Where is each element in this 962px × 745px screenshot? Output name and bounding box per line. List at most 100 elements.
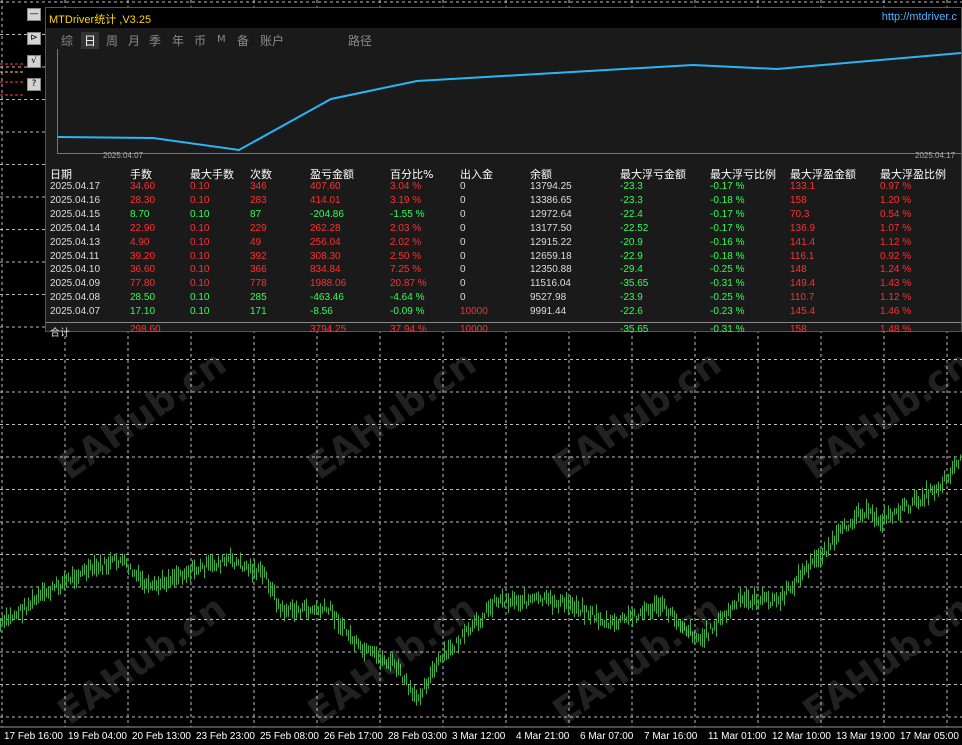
tab-week[interactable]: 周	[106, 32, 118, 49]
cell-col-5: 2.03 %	[390, 222, 422, 234]
tab-backup[interactable]: 备	[237, 32, 249, 49]
cell-col-5: 3.04 %	[390, 181, 422, 192]
period-tabs: 综 日 周 月 季 年 币 M 备 账户 路径	[46, 30, 961, 50]
cell-col-8: -22.9	[620, 250, 643, 262]
cell-col-10: 136.9	[790, 222, 816, 234]
time-axis-label: 7 Mar 16:00	[644, 731, 698, 742]
cell-col-0: 2025.04.16	[50, 194, 101, 206]
cell-col-5: 2.02 %	[390, 236, 422, 248]
cell-col-10: 116.1	[790, 250, 815, 262]
cell-col-7: 9527.98	[530, 292, 567, 304]
time-axis-label: 4 Mar 21:00	[516, 731, 570, 742]
cell-col-0: 2025.04.11	[50, 250, 100, 262]
table-row: 2025.04.07 17.10 0.10 171 -8.56 -0.09 % 10000 9…	[46, 305, 961, 319]
cell-col-6: 0	[460, 194, 466, 206]
cell-col-10: 148	[790, 264, 807, 276]
cell-col-0: 2025.04.10	[50, 264, 101, 276]
cell-col-6: 0	[460, 181, 466, 192]
cell-col-0: 2025.04.09	[50, 278, 101, 290]
table-row: 2025.04.14 22.90 0.10 229 262.28 2.03 % 0 13177…	[46, 222, 961, 236]
equity-curve	[57, 49, 961, 154]
cell-col-9: -0.31 %	[710, 324, 745, 335]
tab-year[interactable]: 年	[172, 32, 184, 49]
cell-col-8: -22.52	[620, 222, 649, 234]
cell-col-4: -204.86	[310, 208, 344, 220]
table-row: 2025.04.10 36.60 0.10 366 834.84 7.25 % 0 12350…	[46, 263, 961, 277]
tab-magic[interactable]: M	[217, 34, 226, 45]
cell-col-8: -23.9	[620, 292, 643, 304]
cell-col-5: 37.94 %	[390, 324, 427, 335]
equity-end-date: 2025.04.17	[915, 151, 956, 160]
cell-col-3: 285	[250, 292, 267, 304]
tab-day[interactable]: 日	[81, 32, 100, 49]
table-row: 2025.04.09 77.80 0.10 778 1988.06 20.87 % 0 115…	[46, 277, 961, 291]
cell-col-2: 0.10	[190, 250, 210, 262]
cell-col-8: -29.4	[620, 264, 643, 276]
cell-col-10: 110.7	[790, 292, 815, 304]
cell-col-2: 0.10	[190, 292, 210, 304]
cell-col-7: 12972.64	[530, 208, 572, 220]
cell-col-3: 171	[250, 306, 267, 318]
cell-col-10: 145.4	[790, 306, 816, 318]
cell-col-2: 0.10	[190, 181, 210, 192]
panel-title: MTDriver统计 ,V3.25	[49, 14, 152, 26]
time-axis-label: 28 Feb 03:00	[388, 731, 447, 742]
cell-col-6: 0	[460, 236, 466, 248]
cell-col-5: 20.87 %	[390, 278, 427, 290]
tab-account[interactable]: 账户	[260, 32, 284, 49]
cell-col-11: 0.92 %	[880, 250, 912, 262]
check-button[interactable]: √	[27, 55, 41, 68]
cell-col-2: 0.10	[190, 306, 210, 318]
time-axis-label: 17 Feb 16:00	[4, 731, 63, 742]
cell-col-7: 13386.65	[530, 194, 572, 206]
equity-start-date: 2025.04.07	[103, 151, 144, 160]
cell-col-9: -0.25 %	[710, 264, 745, 276]
time-axis-label: 19 Feb 04:00	[68, 731, 127, 742]
cell-col-4: 834.84	[310, 264, 341, 276]
cell-col-6: 0	[460, 250, 466, 262]
cell-col-7: 9991.44	[530, 306, 567, 318]
cell-col-5: -4.64 %	[390, 292, 425, 304]
website-link[interactable]: http://mtdriver.c	[882, 11, 957, 23]
cell-col-3: 49	[250, 236, 262, 248]
expand-button[interactable]: ⊳	[27, 32, 41, 45]
cell-col-4: -8.56	[310, 306, 333, 318]
cell-col-1: 28.30	[130, 194, 156, 206]
tab-currency[interactable]: 币	[194, 32, 206, 49]
time-axis-label: 25 Feb 08:00	[260, 731, 319, 742]
cell-col-0: 2025.04.15	[50, 208, 101, 220]
cell-col-0: 2025.04.17	[50, 181, 101, 192]
table-row: 2025.04.11 39.20 0.10 392 308.30 2.50 % 0 12659…	[46, 250, 961, 264]
cell-col-10: 158	[790, 194, 807, 206]
time-axis-label: 13 Mar 19:00	[836, 731, 895, 742]
cell-col-2: 0.10	[190, 264, 210, 276]
table-total-row: 合计 298.60 3794.25 37.94 % 10000 -35.65 -0.31 %…	[46, 322, 961, 339]
cell-col-11: 0.54 %	[880, 208, 912, 220]
tab-month[interactable]: 月	[128, 32, 140, 49]
table-row: 2025.04.08 28.50 0.10 285 -463.46 -4.64 % 0 952…	[46, 291, 961, 305]
cell-col-8: -23.3	[620, 194, 643, 206]
cell-col-1: 17.10	[130, 306, 156, 318]
time-axis-label: 11 Mar 01:00	[708, 731, 767, 742]
cell-col-11: 1.07 %	[880, 222, 912, 234]
tab-quarter[interactable]: 季	[149, 32, 161, 49]
cell-col-1: 22.90	[130, 222, 156, 234]
cell-col-6: 0	[460, 264, 466, 276]
time-axis-label: 26 Feb 17:00	[324, 731, 383, 742]
table-row: 2025.04.16 28.30 0.10 283 414.01 3.19 % 0 13386…	[46, 194, 961, 208]
cell-col-10: 158	[790, 324, 807, 335]
cell-col-6: 0	[460, 292, 466, 304]
panel-title-bar: MTDriver统计 ,V3.25 http://mtdriver.c	[46, 8, 961, 28]
cell-col-4: 256.04	[310, 236, 341, 248]
minimize-button[interactable]: —	[27, 8, 41, 21]
cell-col-6: 0	[460, 222, 466, 234]
cell-col-3: 392	[250, 250, 267, 262]
tab-summary[interactable]: 综	[61, 32, 73, 49]
tab-path[interactable]: 路径	[348, 32, 372, 49]
cell-col-8: -23.3	[620, 181, 643, 192]
cell-col-5: 7.25 %	[390, 264, 422, 276]
cell-col-9: -0.17 %	[710, 181, 745, 192]
cell-col-4: 1988.06	[310, 278, 347, 290]
cell-col-3: 346	[250, 181, 267, 192]
help-button[interactable]: ?	[27, 78, 41, 91]
